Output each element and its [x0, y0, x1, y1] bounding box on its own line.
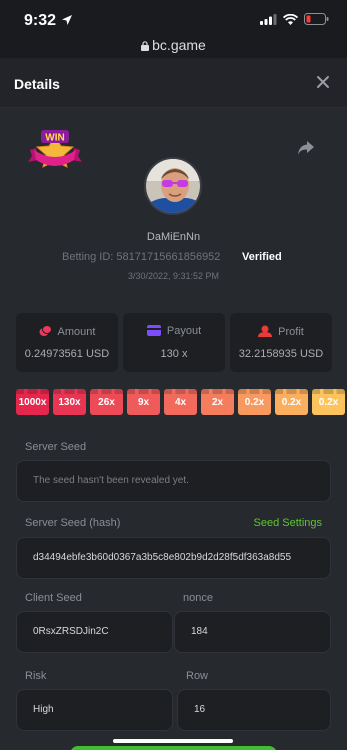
multiplier-chip: 0.2x: [238, 389, 271, 415]
details-header: Details: [0, 58, 347, 108]
multiplier-chip: 2x: [201, 389, 234, 415]
cellular-signal-icon: [260, 13, 277, 25]
stat-payout: Payout 130 x: [123, 313, 225, 372]
bet-datetime: 3/30/2022, 9:31:52 PM: [127, 271, 220, 281]
row-field[interactable]: 16: [177, 689, 331, 731]
close-icon[interactable]: [315, 74, 331, 90]
server-seed-hash-field[interactable]: d34494ebfe3b60d0367a3b5c8e802b9d2d28f5df…: [16, 537, 331, 579]
stat-profit-value: 32.2158935 USD: [238, 348, 324, 360]
share-icon[interactable]: [297, 140, 315, 156]
battery-low-icon: [304, 13, 329, 25]
multiplier-strip: 1000x 130x 26x 9x 4x 2x 0.2x 0.2x 0.2x: [16, 389, 347, 415]
url-text: bc.game: [152, 37, 206, 53]
badge-text: WIN: [45, 133, 64, 144]
win-badge-icon: WIN: [28, 130, 82, 168]
clock: 9:32: [24, 12, 57, 29]
multiplier-chip: 130x: [53, 389, 86, 415]
betting-id: Betting ID: 58171715661856952: [62, 251, 220, 263]
stat-amount: Amount 0.24973561 USD: [16, 313, 118, 372]
stat-payout-value: 130 x: [160, 348, 188, 360]
stat-payout-label: Payout: [166, 325, 202, 337]
avatar[interactable]: [144, 157, 202, 215]
action-button[interactable]: [70, 746, 277, 750]
verified-badge: Verified: [242, 251, 282, 263]
page-title: Details: [14, 76, 60, 92]
betting-id-label: Betting ID:: [62, 251, 114, 263]
home-indicator[interactable]: [113, 739, 233, 743]
nonce-field[interactable]: 184: [174, 611, 331, 653]
server-seed-field[interactable]: The seed hasn't been revealed yet.: [16, 460, 331, 502]
stat-profit-label: Profit: [278, 326, 304, 338]
stat-profit: Profit 32.2158935 USD: [230, 313, 332, 372]
multiplier-chip: 0.2x: [275, 389, 308, 415]
betting-id-value: 58171715661856952: [116, 251, 221, 263]
location-arrow-icon: [62, 15, 72, 25]
status-icons: [260, 13, 329, 25]
risk-field[interactable]: High: [16, 689, 173, 731]
status-bar: 9:32 bc.game: [0, 0, 347, 58]
client-seed-label: Client Seed: [25, 592, 82, 604]
server-seed-hash-label: Server Seed (hash): [25, 517, 121, 529]
profit-icon: [258, 325, 273, 337]
nonce-label: nonce: [183, 592, 213, 604]
risk-label: Risk: [25, 670, 47, 682]
address-bar[interactable]: bc.game: [0, 37, 347, 53]
row-label: Row: [186, 670, 209, 682]
stat-amount-label: Amount: [57, 326, 96, 338]
lock-icon: [141, 41, 150, 51]
multiplier-chip: 1000x: [16, 389, 49, 415]
multiplier-chip: 9x: [127, 389, 160, 415]
card-icon: [146, 325, 161, 336]
multiplier-chip: 0.2x: [312, 389, 345, 415]
stat-amount-value: 0.24973561 USD: [24, 348, 110, 360]
username[interactable]: DaMiEnNn: [0, 231, 347, 243]
coin-icon: [39, 325, 52, 336]
client-seed-field[interactable]: 0RsxZRSDJin2C: [16, 611, 173, 653]
server-seed-label: Server Seed: [25, 441, 87, 453]
wifi-icon: [283, 13, 298, 25]
multiplier-chip: 4x: [164, 389, 197, 415]
seed-settings-link[interactable]: Seed Settings: [254, 517, 323, 529]
multiplier-chip: 26x: [90, 389, 123, 415]
